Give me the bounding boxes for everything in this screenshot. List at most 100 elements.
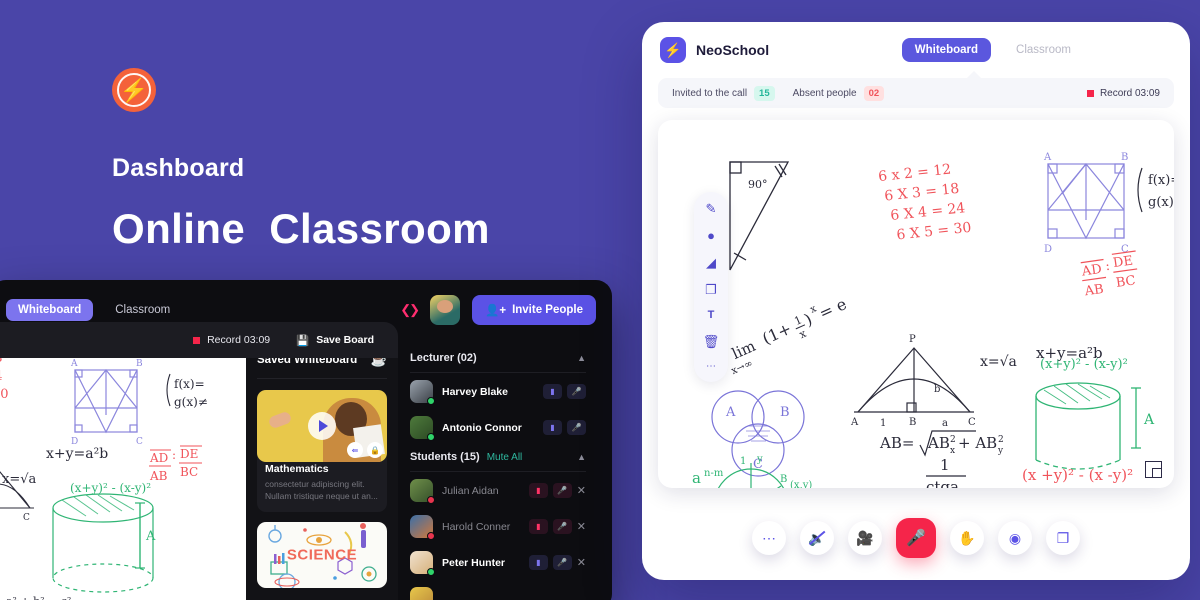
svg-text:DE: DE: [180, 447, 198, 461]
tab-whiteboard[interactable]: Whiteboard: [901, 38, 992, 62]
save-board-label: Save Board: [316, 334, 374, 346]
svg-text:P: P: [909, 334, 916, 345]
svg-text:AB=: AB=: [879, 434, 914, 452]
list-item[interactable]: Harvey Blake ▮ 🎤: [410, 373, 586, 409]
status-dot-busy: [427, 496, 435, 504]
more-icon[interactable]: ⋯: [706, 362, 716, 372]
remove-participant-icon[interactable]: ✕: [577, 556, 586, 569]
app-title: NeoSchool: [696, 42, 770, 58]
mic-toggle-icon[interactable]: 🎤: [567, 420, 586, 435]
list-item[interactable]: Peter Hunter ▮ 🎤 ✕: [410, 544, 586, 580]
svg-text:(x,y): (x,y): [790, 480, 812, 488]
svg-text:x: x: [950, 446, 955, 456]
tab-classroom[interactable]: Classroom: [103, 299, 182, 321]
participants-panel: Lecturer (02) ▲ Harvey Blake ▮ 🎤 Antonio…: [398, 340, 598, 600]
participant-controls: ▮ 🎤 ✕: [528, 519, 586, 534]
record-dot-icon: [1086, 89, 1094, 97]
raise-hand-button[interactable]: ✋: [950, 521, 984, 555]
saved-whiteboard-panel: Saved Whiteboard ☕ ⇚ 🔒 Mathematics conse…: [246, 340, 398, 600]
mic-toggle-icon[interactable]: 🎤: [552, 519, 572, 534]
hero-block: ⚡ Dashboard Online Classroom: [112, 68, 592, 253]
more-options-button[interactable]: ⋯: [752, 521, 786, 555]
eraser-icon[interactable]: ◢: [706, 256, 716, 269]
pencil-icon[interactable]: ✎: [706, 202, 717, 215]
whiteboard-toolbar: ✎ ● ◢ ❐ T 🗑 ⋯: [694, 192, 728, 382]
status-dot-online: [427, 397, 435, 405]
tab-classroom[interactable]: Classroom: [1003, 38, 1084, 62]
svg-text:n-m: n-m: [704, 468, 724, 479]
mute-all-button[interactable]: Mute All: [487, 452, 523, 463]
share-icon[interactable]: ⇚: [347, 442, 363, 458]
list-item[interactable]: Harold Conner ▮ 🎤 ✕: [410, 508, 586, 544]
saved-card-description: consectetur adipiscing elit. Nullam tris…: [265, 479, 378, 502]
user-avatar[interactable]: [430, 295, 461, 325]
bolt-circle-icon: ⚡: [660, 37, 686, 63]
record-label: Record 03:09: [207, 334, 271, 346]
svg-text:DE: DE: [1112, 254, 1134, 272]
video-toggle-icon[interactable]: ▮: [543, 384, 562, 399]
invite-people-label: Invite People: [512, 304, 583, 316]
list-item[interactable]: [410, 580, 586, 600]
svg-text:A: A: [145, 529, 156, 544]
chevron-up-icon[interactable]: ▲: [577, 353, 586, 363]
svg-text:C: C: [23, 513, 30, 523]
svg-text:2: 2: [950, 435, 956, 445]
hero-kicker: Dashboard: [112, 154, 245, 182]
speaker-mute-button[interactable]: 🔈: [800, 521, 834, 555]
app-header: ⚡ NeoSchool Whiteboard Classroom: [642, 22, 1190, 78]
play-icon[interactable]: [308, 412, 336, 440]
remove-participant-icon[interactable]: ✕: [577, 520, 586, 533]
neoschool-window: ⚡ NeoSchool Whiteboard Classroom Invited…: [642, 22, 1190, 580]
group-header-students: Students (15) Mute All ▲: [410, 451, 586, 472]
thumbnail-actions: ⇚ 🔒: [347, 442, 383, 458]
participant-controls: ▮ 🎤 ✕: [528, 483, 586, 498]
svg-text:x: x: [797, 327, 809, 342]
mic-toggle-icon[interactable]: 🎤: [552, 555, 572, 570]
stat-absent-value: 02: [863, 85, 885, 101]
avatar: [410, 515, 435, 540]
video-thumbnail[interactable]: ⇚ 🔒: [257, 390, 387, 462]
record-circle-button[interactable]: ◉: [998, 521, 1032, 555]
shapes-icon[interactable]: ❐: [705, 283, 717, 296]
mic-toggle-icon[interactable]: 🎤: [552, 483, 572, 498]
saved-card-mathematics[interactable]: ⇚ 🔒 Mathematics consectetur adipiscing e…: [257, 390, 387, 512]
invite-people-button[interactable]: 👤+ Invite People: [472, 295, 596, 325]
whiteboard-area: 90° lim x→∞ (1+ 1 x ) x = e 6 x 2 = 12 6…: [658, 120, 1174, 488]
expand-fullscreen-icon[interactable]: [1145, 461, 1162, 478]
video-toggle-icon[interactable]: ▮: [528, 483, 548, 498]
svg-text:6 x 2 = 12: 6 x 2 = 12: [878, 162, 952, 186]
lock-icon[interactable]: 🔒: [367, 442, 383, 458]
svg-text:1: 1: [880, 418, 886, 429]
list-item[interactable]: Julian Aidan ▮ 🎤 ✕: [410, 472, 586, 508]
trash-icon[interactable]: 🗑: [703, 335, 720, 348]
svg-text:lim: lim: [729, 337, 758, 363]
add-person-icon: 👤+: [485, 305, 507, 317]
svg-text:B: B: [780, 405, 790, 420]
dark-whiteboard-canvas[interactable]: 18 24 30 AB DC: [0, 340, 246, 600]
whiteboard-canvas[interactable]: 90° lim x→∞ (1+ 1 x ) x = e 6 x 2 = 12 6…: [658, 120, 1174, 488]
video-toggle-icon[interactable]: ▮: [528, 555, 548, 570]
list-item[interactable]: Antonio Connor ▮ 🎤: [410, 409, 586, 445]
text-icon[interactable]: T: [708, 310, 715, 321]
whiteboard-drawing: 90° lim x→∞ (1+ 1 x ) x = e 6 x 2 = 12 6…: [692, 152, 1174, 488]
app-tabs: Whiteboard Classroom: [901, 38, 1084, 62]
video-toggle-icon[interactable]: ▮: [543, 420, 562, 435]
mic-toggle-icon[interactable]: 🎤: [567, 384, 586, 399]
thumbnail-hand: [267, 410, 293, 430]
remove-participant-icon[interactable]: ✕: [577, 484, 586, 497]
chevron-up-icon[interactable]: ▲: [577, 452, 586, 462]
tab-whiteboard[interactable]: Whiteboard: [6, 299, 94, 321]
video-camera-button[interactable]: 🎥: [848, 521, 882, 555]
group-title-lecturer: Lecturer (02): [410, 352, 477, 364]
svg-text::: :: [172, 448, 176, 462]
color-picker-icon[interactable]: ●: [707, 229, 715, 242]
record-microphone-button[interactable]: 🎤: [896, 518, 936, 558]
save-board-button[interactable]: 💾 Save Board: [296, 334, 374, 347]
saved-card-science[interactable]: SCIENCE: [257, 521, 387, 588]
angle-label: 90°: [748, 178, 768, 191]
participant-name: Peter Hunter: [442, 556, 506, 569]
screen-share-button[interactable]: ❐: [1046, 521, 1080, 555]
status-dot-online: [427, 433, 435, 441]
stats-bar: Invited to the call 15 Absent people 02 …: [658, 71, 1174, 108]
video-toggle-icon[interactable]: ▮: [528, 519, 548, 534]
